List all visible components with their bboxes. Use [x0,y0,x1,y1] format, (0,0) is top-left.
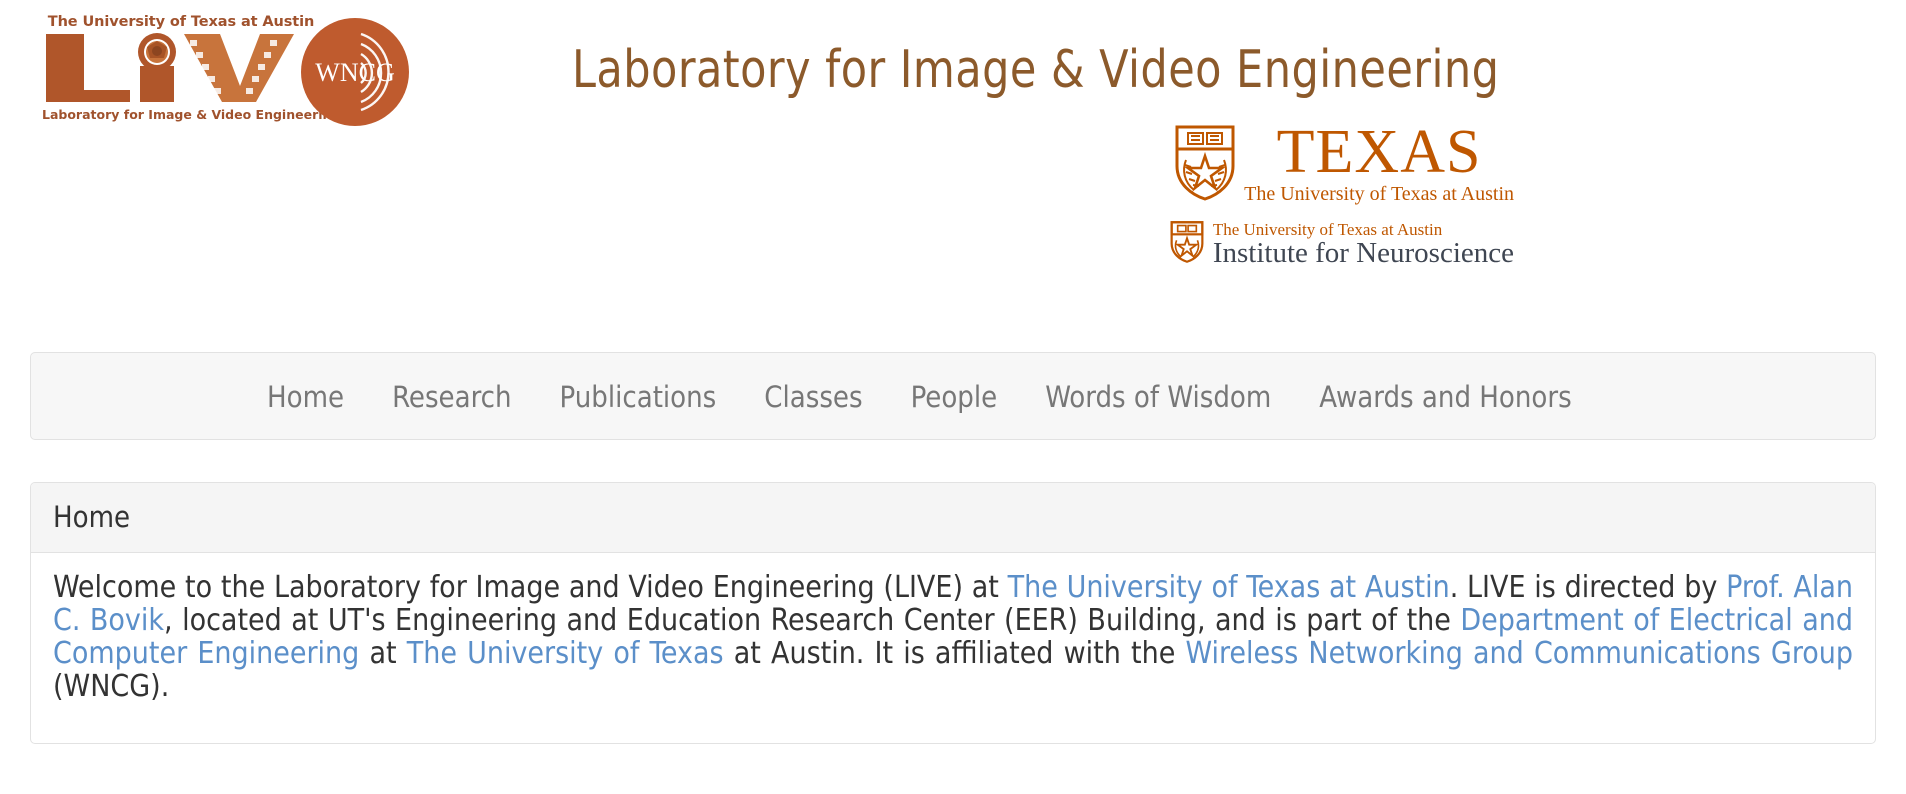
svg-text:WNCG: WNCG [315,58,394,87]
ut-shield-icon [1170,220,1204,269]
live-logo-bottom-line: Laboratory for Image & Video Engineering [42,107,320,122]
panel-heading: Home [31,483,1875,553]
intro-paragraph: Welcome to the Laboratory for Image and … [53,571,1853,703]
nav-item-home[interactable]: Home [243,380,368,414]
page-header: The University of Texas at Austin [0,0,1906,330]
intro-text: , located at UT's Engineering and Educat… [164,603,1460,638]
intro-text: (WNCG). [53,669,169,704]
nav-item-publications[interactable]: Publications [536,380,741,414]
nav-item-words-of-wisdom[interactable]: Words of Wisdom [1021,380,1295,414]
intro-link[interactable]: Wireless Networking and Communications G… [1185,636,1853,671]
nav-item-people[interactable]: People [887,380,1022,414]
live-logo[interactable]: The University of Texas at Austin [30,14,320,122]
live-wordmark-icon [44,32,320,104]
intro-link[interactable]: The University of Texas at Austin [1008,570,1450,605]
ut-texas-logo[interactable]: TEXAS The University of Texas at Austin [1174,124,1514,207]
intro-text: . LIVE is directed by [1450,570,1726,605]
nav-item-list: HomeResearchPublicationsClassesPeopleWor… [243,353,1596,441]
main-navigation: HomeResearchPublicationsClassesPeopleWor… [30,352,1876,440]
institute-neuroscience-line2: Institute for Neuroscience [1213,239,1514,269]
page-title: Laboratory for Image & Video Engineering [572,40,1499,100]
wncg-circular-badge-icon[interactable]: WNCG [301,18,409,126]
panel-body: Welcome to the Laboratory for Image and … [31,553,1875,743]
nav-item-awards-and-honors[interactable]: Awards and Honors [1295,380,1595,414]
intro-text: at [359,636,406,671]
panel-title: Home [53,503,1853,532]
live-logo-top-line: The University of Texas at Austin [42,14,320,30]
content-panel: Home Welcome to the Laboratory for Image… [30,482,1876,744]
intro-link[interactable]: The University of Texas [407,636,724,671]
ut-shield-icon [1174,124,1236,207]
ut-texas-wordmark: TEXAS [1244,124,1514,181]
intro-text: at Austin. It is affiliated with the [724,636,1186,671]
nav-item-research[interactable]: Research [368,380,535,414]
nav-item-classes[interactable]: Classes [740,380,886,414]
intro-text: Welcome to the Laboratory for Image and … [53,570,1008,605]
institute-neuroscience-logo[interactable]: The University of Texas at Austin Instit… [1170,220,1514,269]
institute-neuroscience-line1: The University of Texas at Austin [1213,221,1514,238]
ut-texas-tagline: The University of Texas at Austin [1244,183,1514,206]
